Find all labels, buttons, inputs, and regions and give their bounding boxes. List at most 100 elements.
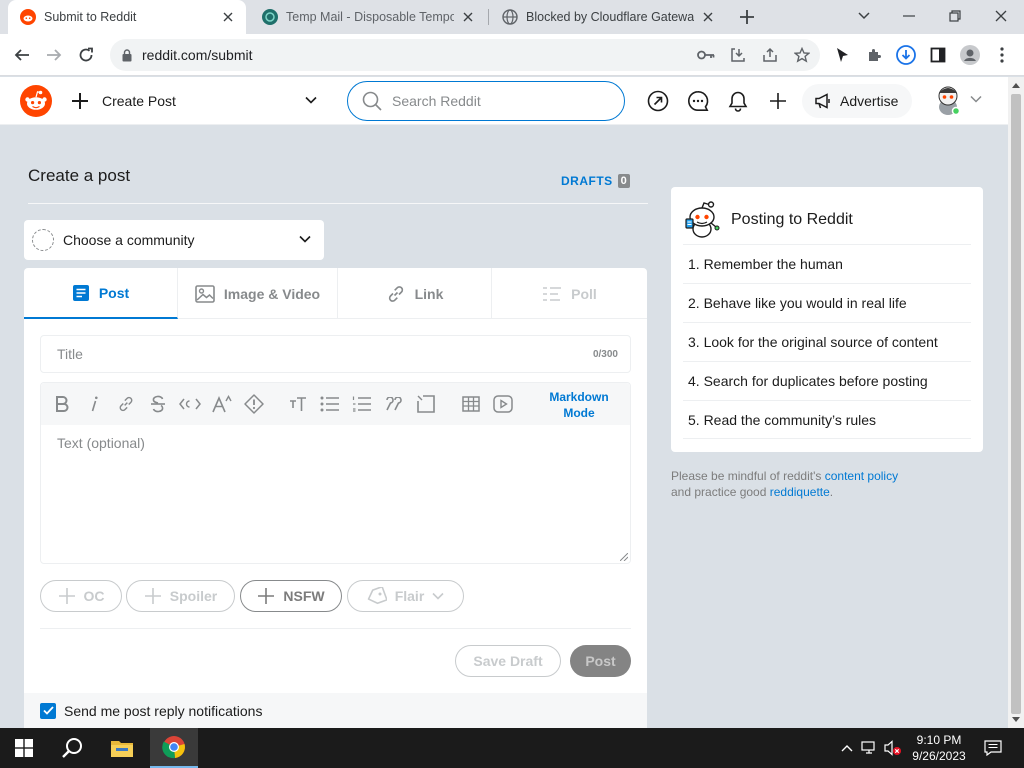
link-icon <box>388 285 403 302</box>
save-draft-button[interactable]: Save Draft <box>455 645 561 677</box>
resize-grip-icon[interactable] <box>620 553 628 561</box>
popular-arrow-icon[interactable] <box>647 90 669 112</box>
scroll-up-arrow-icon[interactable] <box>1012 83 1020 88</box>
lock-icon <box>122 48 132 61</box>
policy-text: and practice good <box>671 485 770 499</box>
download-icon[interactable] <box>896 45 916 65</box>
close-tab-icon[interactable] <box>460 9 476 25</box>
side-panel-icon[interactable] <box>928 45 948 65</box>
restore-window-icon[interactable] <box>943 6 967 26</box>
chat-icon[interactable] <box>687 90 709 112</box>
markdown-mode-button[interactable]: Markdown Mode <box>541 389 617 421</box>
chrome-taskbar-icon[interactable] <box>150 728 198 768</box>
share-icon[interactable] <box>760 45 780 65</box>
close-window-icon[interactable] <box>989 6 1013 26</box>
tab-link[interactable]: Link <box>338 268 492 319</box>
tab-temp-mail[interactable]: Temp Mail - Disposable Tempora <box>250 0 486 34</box>
tray-overflow-chevron-icon[interactable] <box>838 739 856 757</box>
chevron-down-icon[interactable] <box>970 95 982 103</box>
close-tab-icon[interactable] <box>220 9 236 25</box>
video-embed-icon[interactable] <box>492 393 514 415</box>
flair-button[interactable]: Flair <box>347 580 464 612</box>
oc-tag-button[interactable]: OC <box>40 580 122 612</box>
spoiler-tag-label: Spoiler <box>169 588 218 604</box>
inline-code-icon[interactable] <box>179 393 201 415</box>
title-field[interactable]: 0/300 <box>40 335 631 373</box>
italic-icon[interactable] <box>83 393 105 415</box>
taskbar-clock[interactable]: 9:10 PM 9/26/2023 <box>905 732 973 764</box>
plus-icon <box>258 588 275 604</box>
search-icon <box>362 91 382 111</box>
tab-submit-to-reddit[interactable]: Submit to Reddit <box>8 0 246 34</box>
bold-icon[interactable] <box>51 393 73 415</box>
superscript-icon[interactable] <box>211 393 233 415</box>
rich-text-editor: Markdown Mode <box>40 382 631 564</box>
content-policy-link[interactable]: content policy <box>825 469 898 483</box>
tab-cloudflare-blocked[interactable]: Blocked by Cloudflare Gateway <box>490 0 726 34</box>
strikethrough-icon[interactable] <box>147 393 169 415</box>
community-selector[interactable]: Choose a community <box>24 220 324 260</box>
tab-post[interactable]: Post <box>24 268 178 319</box>
windows-taskbar: 9:10 PM 9/26/2023 <box>0 728 1024 768</box>
link-icon[interactable] <box>115 393 137 415</box>
browser-toolbar: reddit.com/submit <box>0 34 1024 76</box>
create-post-dropdown[interactable]: Create Post <box>66 83 326 119</box>
body-text-input[interactable] <box>41 425 630 563</box>
page-scrollbar[interactable] <box>1008 77 1024 728</box>
title-input[interactable] <box>57 346 593 362</box>
advertise-button[interactable]: Advertise <box>802 84 912 118</box>
search-box[interactable] <box>347 81 625 121</box>
create-post-label: Create Post <box>102 93 176 109</box>
extensions-puzzle-icon[interactable] <box>864 45 884 65</box>
tag-icon <box>367 587 387 605</box>
notify-checkbox[interactable] <box>40 702 56 719</box>
post-submit-button[interactable]: Post <box>570 645 631 677</box>
install-app-icon[interactable] <box>728 45 748 65</box>
bulleted-list-icon[interactable] <box>319 393 341 415</box>
clock-time: 9:10 PM <box>916 733 962 747</box>
network-icon[interactable] <box>861 739 879 757</box>
key-icon[interactable] <box>696 45 716 65</box>
notification-bell-icon[interactable] <box>727 90 749 112</box>
nsfw-tag-button[interactable]: NSFW <box>240 580 342 612</box>
reddiquette-link[interactable]: reddiquette <box>770 485 830 499</box>
profile-icon[interactable] <box>960 45 980 65</box>
file-explorer-icon[interactable] <box>98 728 146 768</box>
windows-start-icon[interactable] <box>0 728 48 768</box>
forward-arrow-icon[interactable] <box>44 45 64 65</box>
plus-icon <box>72 93 88 109</box>
close-tab-icon[interactable] <box>700 9 716 25</box>
spoiler-tag-button[interactable]: Spoiler <box>126 580 235 612</box>
tab-separator <box>488 9 489 25</box>
heading-icon[interactable] <box>287 393 309 415</box>
spoiler-alert-icon[interactable] <box>243 393 265 415</box>
search-input[interactable] <box>392 93 592 109</box>
scroll-down-arrow-icon[interactable] <box>1012 717 1020 722</box>
reload-icon[interactable] <box>76 45 96 65</box>
table-icon[interactable] <box>460 393 482 415</box>
reddit-logo-icon[interactable] <box>20 85 52 117</box>
drafts-button[interactable]: DRAFTS 0 <box>561 174 631 188</box>
browser-menu-icon[interactable] <box>992 45 1012 65</box>
minimize-window-icon[interactable] <box>897 6 921 26</box>
bookmark-star-icon[interactable] <box>792 45 812 65</box>
community-selector-label: Choose a community <box>63 232 195 248</box>
tab-image-video[interactable]: Image & Video <box>178 268 338 319</box>
numbered-list-icon[interactable] <box>351 393 373 415</box>
scrollbar-thumb[interactable] <box>1011 94 1021 714</box>
drafts-count-badge: 0 <box>617 174 631 188</box>
tab-title: Submit to Reddit <box>44 10 137 24</box>
action-center-icon[interactable] <box>984 739 1002 757</box>
back-arrow-icon[interactable] <box>12 45 32 65</box>
volume-muted-icon[interactable] <box>884 739 902 757</box>
code-block-icon[interactable] <box>415 393 437 415</box>
tab-label: Post <box>98 284 130 301</box>
create-plus-icon[interactable] <box>767 90 789 112</box>
new-tab-plus-icon[interactable] <box>738 8 756 26</box>
tab-search-chevron-icon[interactable] <box>852 6 876 26</box>
cursor-arrow-icon[interactable] <box>832 45 852 65</box>
taskbar-search-icon[interactable] <box>48 728 96 768</box>
tab-poll[interactable]: Poll <box>492 268 647 319</box>
user-avatar-icon[interactable] <box>934 85 962 115</box>
quote-block-icon[interactable] <box>383 393 405 415</box>
